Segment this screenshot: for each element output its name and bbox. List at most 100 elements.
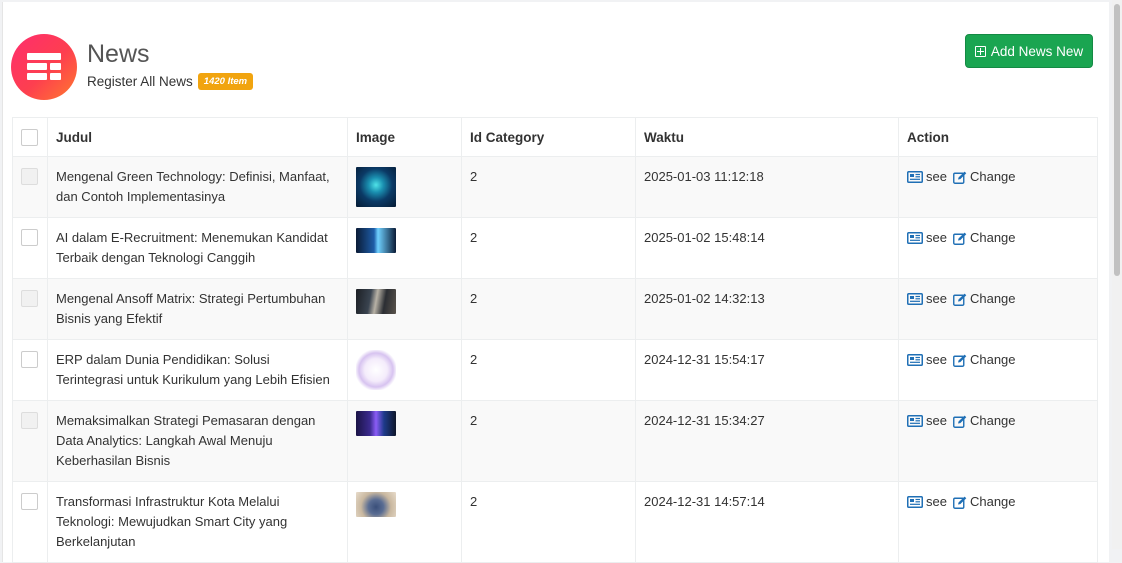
newspaper-icon xyxy=(907,354,923,366)
see-label: see xyxy=(926,413,947,428)
column-header-waktu[interactable]: Waktu xyxy=(635,117,899,157)
news-thumbnail[interactable] xyxy=(356,411,396,436)
newspaper-icon xyxy=(907,232,923,244)
table-row: ERP dalam Dunia Pendidikan: Solusi Terin… xyxy=(12,339,1098,401)
action-cell: see Change xyxy=(898,400,1098,482)
select-cell xyxy=(12,156,48,218)
see-link[interactable]: see xyxy=(907,350,947,370)
add-news-label: Add News New xyxy=(990,43,1084,59)
row-select-checkbox[interactable] xyxy=(21,168,38,185)
edit-icon xyxy=(953,496,967,509)
table-row: Memaksimalkan Strategi Pemasaran dengan … xyxy=(12,400,1098,482)
news-time: 2024-12-31 14:57:14 xyxy=(635,481,899,563)
select-cell xyxy=(12,481,48,563)
see-label: see xyxy=(926,494,947,509)
news-thumbnail[interactable] xyxy=(356,289,396,314)
change-label: Change xyxy=(969,413,1016,428)
change-link[interactable]: Change xyxy=(953,350,1016,370)
table-row: Mengenal Green Technology: Definisi, Man… xyxy=(12,156,1098,218)
vertical-scrollbar[interactable] xyxy=(1112,0,1122,549)
column-header-id-category[interactable]: Id Category xyxy=(461,117,636,157)
change-link[interactable]: Change xyxy=(953,289,1016,309)
change-link[interactable]: Change xyxy=(953,492,1016,512)
column-header-judul[interactable]: Judul xyxy=(47,117,348,157)
news-list-icon xyxy=(11,34,77,100)
news-time: 2025-01-02 14:32:13 xyxy=(635,278,899,340)
image-cell xyxy=(347,278,462,340)
news-thumbnail[interactable] xyxy=(356,492,396,517)
row-select-checkbox[interactable] xyxy=(21,493,38,510)
column-header-action: Action xyxy=(898,117,1098,157)
item-count-badge: 1420 Item xyxy=(197,73,254,90)
action-cell: see Change xyxy=(898,278,1098,340)
category-id: 2 xyxy=(461,156,636,218)
news-title: Mengenal Green Technology: Definisi, Man… xyxy=(47,156,348,218)
change-label: Change xyxy=(969,230,1016,245)
news-thumbnail[interactable] xyxy=(356,228,396,253)
page-subtitle: Register All News 1420 Item xyxy=(87,73,254,90)
see-label: see xyxy=(926,169,947,184)
select-cell xyxy=(12,339,48,401)
select-cell xyxy=(12,278,48,340)
see-link[interactable]: see xyxy=(907,228,947,248)
category-id: 2 xyxy=(461,217,636,279)
see-label: see xyxy=(926,230,947,245)
category-id: 2 xyxy=(461,339,636,401)
change-label: Change xyxy=(969,291,1016,306)
change-label: Change xyxy=(969,169,1016,184)
see-link[interactable]: see xyxy=(907,167,947,187)
category-id: 2 xyxy=(461,278,636,340)
news-time: 2024-12-31 15:34:27 xyxy=(635,400,899,482)
select-all-cell xyxy=(12,117,48,157)
scrollbar-thumb[interactable] xyxy=(1114,4,1120,276)
image-cell xyxy=(347,156,462,218)
category-id: 2 xyxy=(461,400,636,482)
select-all-checkbox[interactable] xyxy=(21,128,38,146)
news-title: Mengenal Ansoff Matrix: Strategi Pertumb… xyxy=(47,278,348,340)
column-header-image[interactable]: Image xyxy=(347,117,462,157)
newspaper-icon xyxy=(907,496,923,508)
action-cell: see Change xyxy=(898,156,1098,218)
newspaper-icon xyxy=(907,415,923,427)
image-cell xyxy=(347,481,462,563)
image-cell xyxy=(347,400,462,482)
select-cell xyxy=(12,400,48,482)
change-label: Change xyxy=(969,494,1016,509)
news-table: Judul Image Id Category Waktu Action Men… xyxy=(12,117,1098,563)
subtitle-text: Register All News xyxy=(87,74,193,89)
row-select-checkbox[interactable] xyxy=(21,351,38,368)
see-link[interactable]: see xyxy=(907,492,947,512)
plus-square-icon xyxy=(974,45,986,57)
news-time: 2025-01-02 15:48:14 xyxy=(635,217,899,279)
edit-icon xyxy=(953,232,967,245)
news-title: Memaksimalkan Strategi Pemasaran dengan … xyxy=(47,400,348,482)
news-title: Transformasi Infrastruktur Kota Melalui … xyxy=(47,481,348,563)
edit-icon xyxy=(953,354,967,367)
table-row: Mengenal Ansoff Matrix: Strategi Pertumb… xyxy=(12,278,1098,340)
image-cell xyxy=(347,217,462,279)
see-link[interactable]: see xyxy=(907,289,947,309)
see-label: see xyxy=(926,352,947,367)
row-select-checkbox[interactable] xyxy=(21,290,38,307)
select-cell xyxy=(12,217,48,279)
table-row: AI dalam E-Recruitment: Menemukan Kandid… xyxy=(12,217,1098,279)
change-link[interactable]: Change xyxy=(953,167,1016,187)
action-cell: see Change xyxy=(898,481,1098,563)
action-cell: see Change xyxy=(898,217,1098,279)
add-news-button[interactable]: Add News New xyxy=(965,34,1093,68)
change-link[interactable]: Change xyxy=(953,228,1016,248)
table-header-row: Judul Image Id Category Waktu Action xyxy=(12,117,1098,157)
news-thumbnail[interactable] xyxy=(356,350,396,390)
see-link[interactable]: see xyxy=(907,411,947,431)
change-link[interactable]: Change xyxy=(953,411,1016,431)
page-title: News xyxy=(87,40,150,68)
news-thumbnail[interactable] xyxy=(356,167,396,207)
news-title: AI dalam E-Recruitment: Menemukan Kandid… xyxy=(47,217,348,279)
table-row: Transformasi Infrastruktur Kota Melalui … xyxy=(12,481,1098,563)
see-label: see xyxy=(926,291,947,306)
image-cell xyxy=(347,339,462,401)
action-cell: see Change xyxy=(898,339,1098,401)
news-time: 2025-01-03 11:12:18 xyxy=(635,156,899,218)
row-select-checkbox[interactable] xyxy=(21,229,38,246)
row-select-checkbox[interactable] xyxy=(21,412,38,429)
